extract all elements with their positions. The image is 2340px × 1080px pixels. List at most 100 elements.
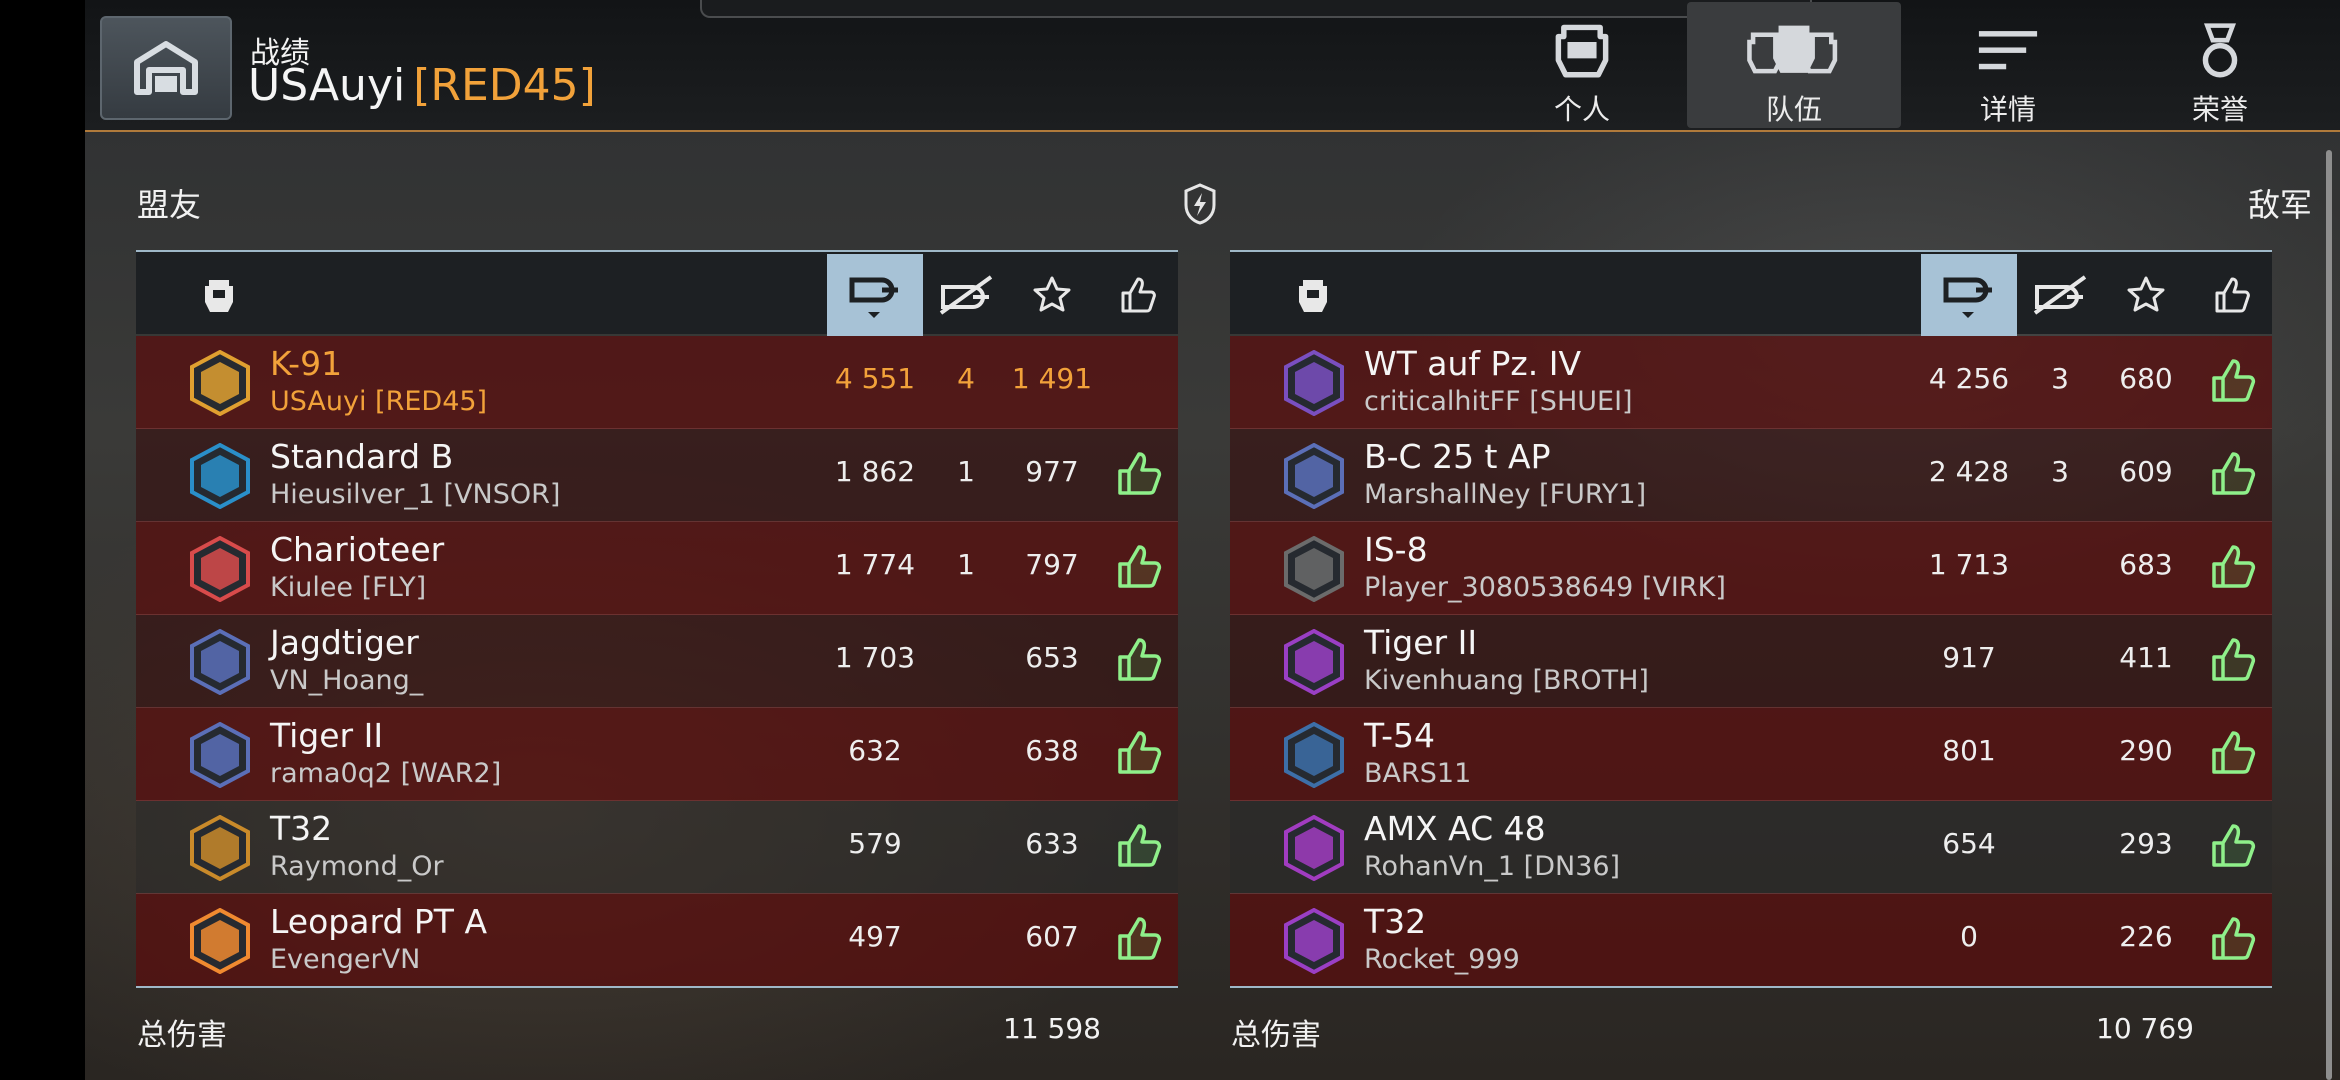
like-icon[interactable]	[2206, 356, 2258, 408]
tank-name: WT auf Pz. IV	[1364, 344, 1582, 383]
player-row[interactable]: Jagdtiger VN_Hoang_ 1 703 653	[136, 615, 1178, 708]
player-row[interactable]: Standard B Hieusilver_1 [VNSOR] 1 862 1 977	[136, 429, 1178, 522]
like-icon[interactable]	[1112, 821, 1164, 873]
player-name: BARS11	[1364, 758, 1472, 789]
rating-badge-icon	[1284, 908, 1344, 974]
details-list-icon	[1978, 31, 2038, 70]
like-icon[interactable]	[1112, 914, 1164, 966]
player-row[interactable]: T-54 BARS11 801 290	[1230, 708, 2272, 801]
damage-value: 4 256	[1928, 362, 2010, 395]
experience-value: 290	[2119, 734, 2173, 767]
player-name: Hieusilver_1 [VNSOR]	[270, 479, 561, 510]
player-name: Raymond_Or	[270, 851, 444, 882]
allies-table-header	[136, 250, 1178, 336]
rating-badge-icon	[190, 443, 250, 509]
damage-value: 579	[848, 827, 902, 860]
like-icon[interactable]	[2206, 821, 2258, 873]
player-row[interactable]: Leopard PT A EvengerVN 497 607	[136, 894, 1178, 987]
rating-badge-icon	[190, 815, 250, 881]
like-icon	[2215, 277, 2250, 313]
kills-value: 3	[2051, 455, 2069, 488]
allies-table-footer-line	[136, 986, 1178, 988]
allies-rows: K-91 USAuyi [RED45] 4 551 4 1 491 Standard BH…	[136, 336, 1178, 987]
like-icon[interactable]	[2206, 728, 2258, 780]
player-name: criticalhitFF [SHUEI]	[1364, 386, 1633, 417]
tank-name: Charioteer	[270, 530, 445, 569]
tab-personal[interactable]: 个人	[1475, 2, 1689, 128]
tank-column-header[interactable]	[1288, 254, 1338, 336]
tank-name: B-C 25 t AP	[1364, 437, 1551, 476]
experience-value: 609	[2119, 455, 2173, 488]
damage-value: 801	[1942, 734, 1996, 767]
rating-badge-icon	[1284, 443, 1344, 509]
damage-value: 2 428	[1928, 455, 2010, 488]
player-name: Kivenhuang [BROTH]	[1364, 665, 1649, 696]
experience-value: 226	[2119, 920, 2173, 953]
tank-name: K-91	[270, 344, 343, 383]
like-column-header[interactable]	[2190, 254, 2272, 336]
player-name: rama0q2 [WAR2]	[270, 758, 502, 789]
kills-icon	[2033, 275, 2087, 315]
player-name: Kiulee [FLY]	[270, 572, 427, 603]
enemies-table: WT auf Pz. IV criticalhitFF [SHUEI] 4 256 3…	[1230, 250, 2272, 988]
like-icon[interactable]	[1112, 635, 1164, 687]
like-icon[interactable]	[1112, 449, 1164, 501]
tank-column-header[interactable]	[194, 254, 244, 336]
player-row[interactable]: Tiger II rama0q2 [WAR2] 632 638	[136, 708, 1178, 801]
allies-label: 盟友	[137, 186, 202, 224]
like-column-header[interactable]	[1096, 254, 1178, 336]
enemies-label: 敌军	[2247, 186, 2312, 224]
like-icon	[1121, 277, 1156, 313]
experience-value: 1 491	[1011, 362, 1093, 395]
player-row[interactable]: Charioteer Kiulee [FLY] 1 774 1 797	[136, 522, 1178, 615]
tank-icon	[1299, 280, 1327, 312]
like-icon[interactable]	[2206, 449, 2258, 501]
tank-name: Leopard PT A	[270, 902, 488, 941]
experience-column-header[interactable]	[2103, 254, 2189, 336]
battle-results-screen: 战绩 USAuyi [RED45] 个人 队伍 详情 荣誉 盟友 敌军 K-91…	[85, 0, 2340, 1080]
tank-name: Tiger II	[1364, 623, 1478, 662]
rating-badge-icon	[190, 722, 250, 788]
damage-value: 1 713	[1928, 548, 2010, 581]
tab-honors-label: 荣誉	[2191, 93, 2248, 126]
kills-value: 1	[957, 455, 975, 488]
experience-column-header[interactable]	[1009, 254, 1095, 336]
tank-name: T32	[1364, 902, 1427, 941]
kills-column-header[interactable]	[2017, 254, 2103, 336]
tank-name: T32	[270, 809, 333, 848]
damage-column-header-sorted[interactable]	[827, 254, 923, 336]
player-row[interactable]: Tiger II Kivenhuang [BROTH] 917 411	[1230, 615, 2272, 708]
tab-details-label: 详情	[1979, 93, 2036, 126]
player-row[interactable]: B-C 25 t AP MarshallNey [FURY1] 2 428 3 609	[1230, 429, 2272, 522]
kills-value: 4	[957, 362, 975, 395]
rating-badge-icon	[190, 908, 250, 974]
allies-total-damage: 11 598	[1003, 1012, 1101, 1045]
tab-personal-label: 个人	[1553, 93, 1610, 126]
like-icon[interactable]	[1112, 542, 1164, 594]
tab-honors[interactable]: 荣誉	[2113, 2, 2327, 128]
like-icon[interactable]	[2206, 542, 2258, 594]
like-icon[interactable]	[2206, 635, 2258, 687]
garage-button[interactable]	[100, 16, 232, 120]
experience-value: 638	[1025, 734, 1079, 767]
experience-value: 683	[2119, 548, 2173, 581]
player-row[interactable]: WT auf Pz. IV criticalhitFF [SHUEI] 4 256 3…	[1230, 336, 2272, 429]
player-name: RohanVn_1 [DN36]	[1364, 851, 1621, 882]
player-row[interactable]: T32 Rocket_999 0 226	[1230, 894, 2272, 987]
damage-value: 0	[1960, 920, 1978, 953]
kills-icon	[939, 275, 993, 315]
rating-badge-icon	[1284, 350, 1344, 416]
player-row[interactable]: AMX AC 48 RohanVn_1 [DN36] 654 293	[1230, 801, 2272, 894]
tab-team[interactable]: 队伍	[1687, 2, 1901, 128]
player-row[interactable]: IS-8 Player_3080538649 [VIRK] 1 713 683	[1230, 522, 2272, 615]
like-icon[interactable]	[2206, 914, 2258, 966]
kills-column-header[interactable]	[923, 254, 1009, 336]
garage-icon	[134, 41, 198, 95]
experience-value: 633	[1025, 827, 1079, 860]
scrollbar[interactable]	[2326, 150, 2332, 1080]
player-row[interactable]: K-91 USAuyi [RED45] 4 551 4 1 491	[136, 336, 1178, 429]
player-row[interactable]: T32 Raymond_Or 579 633	[136, 801, 1178, 894]
damage-column-header-sorted[interactable]	[1921, 254, 2017, 336]
tab-details[interactable]: 详情	[1901, 2, 2115, 128]
like-icon[interactable]	[1112, 728, 1164, 780]
